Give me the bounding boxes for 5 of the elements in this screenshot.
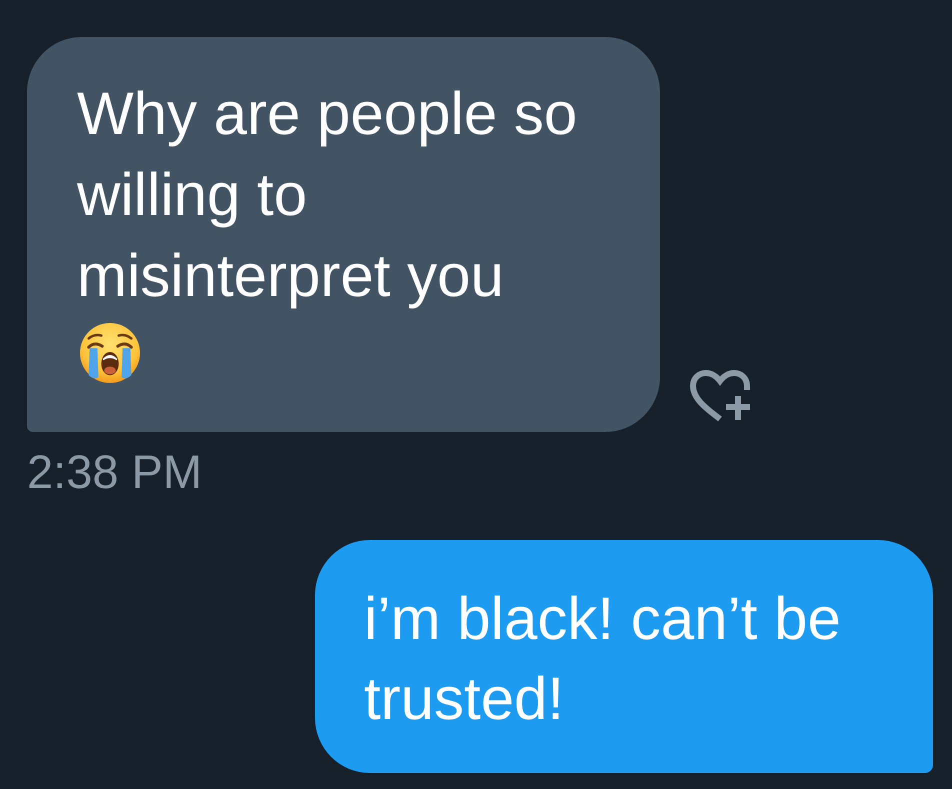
heart-plus-icon [690,370,750,422]
message-text: i’m black! can’t be trusted! [364,584,842,734]
message-time: 2:38 PM [27,445,202,498]
react-button[interactable] [690,370,750,422]
message-text: Why are people so willing to misinterpret you [77,79,578,311]
